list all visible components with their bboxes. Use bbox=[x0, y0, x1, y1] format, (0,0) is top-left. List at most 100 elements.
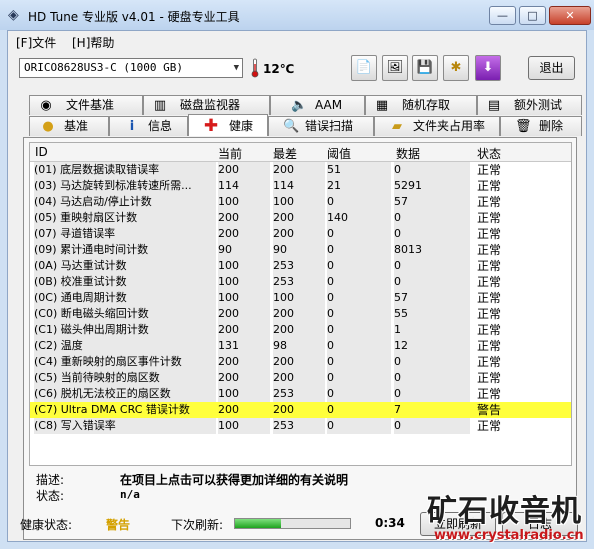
header-worst[interactable]: 最差 bbox=[273, 145, 297, 162]
attribute-name-cell: (C5) 当前待映射的扇区数 bbox=[34, 370, 216, 386]
current-value-cell: 100 bbox=[218, 258, 270, 274]
table-row[interactable]: (C1) 磁头伸出周期计数 200 200 0 1 正常 bbox=[30, 322, 571, 338]
save-icon: 💾 bbox=[416, 60, 434, 75]
menu-help[interactable]: [H]帮助 bbox=[72, 34, 114, 51]
app-window: ◈ HD Tune 专业版 v4.01 - 硬盘专业工具 — □ ✕ [F]文件… bbox=[0, 0, 594, 549]
current-value-cell: 200 bbox=[218, 226, 270, 242]
copy-screen-button[interactable]: 🖼 bbox=[382, 55, 408, 81]
table-row[interactable]: (09) 累计通电时间计数 90 90 0 8013 正常 bbox=[30, 242, 571, 258]
table-row[interactable]: (03) 马达旋转到标准转速所需... 114 114 21 5291 正常 bbox=[30, 178, 571, 194]
table-row[interactable]: (04) 马达启动/停止计数 100 100 0 57 正常 bbox=[30, 194, 571, 210]
worst-value-cell: 200 bbox=[273, 306, 325, 322]
table-row[interactable]: (C4) 重新映射的扇区事件计数 200 200 0 0 正常 bbox=[30, 354, 571, 370]
current-value-cell: 200 bbox=[218, 210, 270, 226]
attribute-name-cell: (07) 寻道错误率 bbox=[34, 226, 216, 242]
close-button[interactable]: ✕ bbox=[549, 6, 591, 25]
tab-benchmark[interactable]: ● 基准 bbox=[29, 116, 109, 136]
status-cell: 正常 bbox=[477, 355, 502, 369]
title-bar[interactable]: ◈ HD Tune 专业版 v4.01 - 硬盘专业工具 — □ ✕ bbox=[0, 0, 594, 30]
tab-aam[interactable]: 🔈 AAM bbox=[270, 95, 365, 115]
attribute-name-cell: (C1) 磁头伸出周期计数 bbox=[34, 322, 216, 338]
tab-extra-tests[interactable]: ▤ 额外测试 bbox=[477, 95, 582, 115]
table-row[interactable]: (01) 底层数据读取错误率 200 200 51 0 正常 bbox=[30, 162, 571, 178]
menu-file[interactable]: [F]文件 bbox=[16, 34, 56, 51]
threshold-cell: 0 bbox=[327, 403, 334, 416]
tab-health[interactable]: ✚ 健康 bbox=[188, 114, 268, 136]
file-benchmark-icon: ◉ bbox=[40, 98, 52, 113]
table-row[interactable]: (C7) Ultra DMA CRC 错误计数 200 200 0 7 警告 bbox=[30, 402, 571, 418]
exit-button[interactable]: 退出 bbox=[528, 56, 575, 80]
raw-data-cell: 5291 bbox=[394, 178, 470, 194]
threshold-cell: 0 bbox=[327, 226, 391, 242]
smart-table: ID 当前 最差 阈值 数据 状态 (01) 底层数据读取错误率 200 200 51… bbox=[29, 142, 572, 466]
current-value-cell: 100 bbox=[218, 194, 270, 210]
tab-random-access[interactable]: ▦ 随机存取 bbox=[365, 95, 477, 115]
maximize-button[interactable]: □ bbox=[519, 6, 546, 25]
status-cell: 正常 bbox=[477, 387, 502, 401]
raw-data-cell: 0 bbox=[394, 386, 470, 402]
table-row[interactable]: (C0) 断电磁头缩回计数 200 200 0 55 正常 bbox=[30, 306, 571, 322]
health-cross-icon: ✚ bbox=[203, 116, 219, 136]
current-value-cell: 200 bbox=[218, 370, 270, 386]
header-current[interactable]: 当前 bbox=[218, 145, 242, 162]
table-row[interactable]: (C8) 写入错误率 100 253 0 0 正常 bbox=[30, 418, 571, 434]
erase-icon: 🗑 bbox=[515, 119, 532, 134]
next-refresh-label: 下次刷新: bbox=[171, 518, 224, 532]
chevron-down-icon[interactable]: ▼ bbox=[234, 59, 239, 77]
state-label: 状态: bbox=[36, 489, 65, 503]
table-row[interactable]: (C5) 当前待映射的扇区数 200 200 0 0 正常 bbox=[30, 370, 571, 386]
threshold-cell: 51 bbox=[327, 162, 391, 178]
status-cell: 正常 bbox=[477, 307, 502, 321]
attribute-name-cell: (C6) 脱机无法校正的扇区数 bbox=[34, 386, 216, 402]
current-value-cell: 200 bbox=[218, 322, 270, 338]
speaker-icon: 🔈 bbox=[291, 98, 308, 113]
worst-value-cell: 253 bbox=[273, 274, 325, 290]
attribute-name-cell: (C2) 温度 bbox=[34, 338, 216, 354]
attribute-name-cell: (C8) 写入错误率 bbox=[34, 418, 216, 434]
attribute-name-cell: (0B) 校准重试计数 bbox=[34, 274, 216, 290]
threshold-cell: 0 bbox=[327, 274, 391, 290]
table-row[interactable]: (0B) 校准重试计数 100 253 0 0 正常 bbox=[30, 274, 571, 290]
threshold-cell: 0 bbox=[327, 290, 391, 306]
table-row[interactable]: (0C) 通电周期计数 100 100 0 57 正常 bbox=[30, 290, 571, 306]
client-area: [F]文件 [H]帮助 ORICO8628US3-C (1000 GB) ▼ 1… bbox=[7, 30, 587, 542]
tab-error-scan[interactable]: 🔍 错误扫描 bbox=[268, 116, 374, 136]
threshold-cell: 0 bbox=[327, 386, 391, 402]
tab-disk-monitor[interactable]: ▥ 磁盘监视器 bbox=[143, 95, 270, 115]
header-threshold[interactable]: 阈值 bbox=[327, 145, 351, 162]
threshold-cell: 0 bbox=[327, 370, 391, 386]
drive-select[interactable]: ORICO8628US3-C (1000 GB) ▼ bbox=[19, 58, 243, 78]
drive-select-value: ORICO8628US3-C (1000 GB) bbox=[24, 61, 183, 74]
current-value-cell: 100 bbox=[218, 274, 270, 290]
random-access-icon: ▦ bbox=[375, 98, 389, 113]
header-data[interactable]: 数据 bbox=[396, 145, 420, 162]
worst-value-cell: 98 bbox=[273, 338, 325, 354]
tab-erase[interactable]: 🗑 删除 bbox=[500, 116, 582, 136]
header-id[interactable]: ID bbox=[35, 145, 48, 159]
worst-value-cell: 200 bbox=[273, 354, 325, 370]
description-label: 描述: bbox=[36, 473, 65, 487]
tab-file-benchmark[interactable]: ◉ 文件基准 bbox=[29, 95, 143, 115]
attribute-name-cell: (04) 马达启动/停止计数 bbox=[34, 194, 216, 210]
table-row[interactable]: (07) 寻道错误率 200 200 0 0 正常 bbox=[30, 226, 571, 242]
table-row[interactable]: (C2) 温度 131 98 0 12 正常 bbox=[30, 338, 571, 354]
minimize-button[interactable]: — bbox=[489, 6, 516, 25]
download-icon: ⬇ bbox=[482, 60, 494, 75]
watermark-url: www.crystalradio.cn bbox=[434, 528, 584, 543]
threshold-cell: 0 bbox=[327, 322, 391, 338]
save-button[interactable]: 💾 bbox=[412, 55, 438, 81]
health-status-label: 健康状态: bbox=[20, 518, 73, 532]
worst-value-cell: 200 bbox=[273, 162, 325, 178]
tab-folder-usage[interactable]: ▰ 文件夹占用率 bbox=[374, 116, 500, 136]
table-row[interactable]: (0A) 马达重试计数 100 253 0 0 正常 bbox=[30, 258, 571, 274]
raw-data-cell: 57 bbox=[394, 194, 470, 210]
download-button[interactable]: ⬇ bbox=[475, 55, 501, 81]
table-row[interactable]: (05) 重映射扇区计数 200 200 140 0 正常 bbox=[30, 210, 571, 226]
threshold-cell: 0 bbox=[327, 354, 391, 370]
status-cell: 正常 bbox=[477, 419, 502, 433]
table-row[interactable]: (C6) 脱机无法校正的扇区数 100 253 0 0 正常 bbox=[30, 386, 571, 402]
copy-text-button[interactable]: 📄 bbox=[351, 55, 377, 81]
options-button[interactable]: ✱ bbox=[443, 55, 469, 81]
header-status[interactable]: 状态 bbox=[477, 145, 501, 162]
tab-info[interactable]: i 信息 bbox=[109, 116, 188, 136]
